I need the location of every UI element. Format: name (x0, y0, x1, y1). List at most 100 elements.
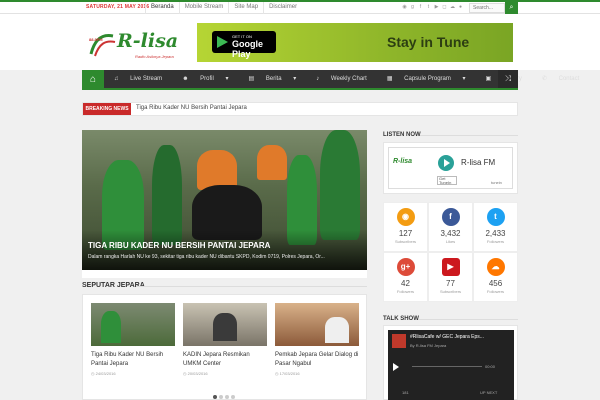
counter-value: 2,433 (485, 229, 506, 238)
googleplus-icon[interactable]: g (410, 4, 415, 10)
play-icon[interactable] (393, 363, 399, 371)
soundcloud-icon[interactable]: ☁ (450, 4, 455, 10)
article-title[interactable]: Pemkab Jepara Gelar Dialog di Pasar Ngab… (275, 351, 359, 369)
pager-dot[interactable] (219, 395, 223, 399)
nav-item-profil[interactable]: ☻ Profil ▾ (172, 70, 238, 88)
tunein-logo: R-lisa (393, 158, 413, 165)
counter-googleplus[interactable]: g+ 42 Followers (383, 252, 428, 302)
search-button[interactable]: ⌕ (505, 2, 518, 14)
track-time: 00:00 (485, 364, 496, 369)
seputar-jepara-box: Tiga Ribu Kader NU Bersih Pantai Jepara … (82, 294, 367, 400)
pager-dot[interactable] (213, 395, 217, 399)
home-icon: ⌂ (89, 74, 97, 85)
random-article-button[interactable]: ⤨ (498, 70, 518, 88)
soundcloud-player[interactable]: #RlisaCafe w/ GEC Jepara Eps... By R-lis… (388, 330, 514, 400)
counter-twitter[interactable]: t 2,433 Followers (473, 202, 518, 252)
article-thumbnail[interactable] (91, 303, 175, 346)
instagram-icon[interactable]: ◻ (442, 4, 447, 10)
pager-dot[interactable] (231, 395, 235, 399)
chevron-down-icon: ▾ (223, 76, 229, 82)
article-card[interactable]: KADIN Jepara Resmikan UMKM Center ◷ 20/0… (183, 303, 267, 376)
music-icon: ♪ (316, 76, 321, 82)
counter-value: 456 (488, 279, 503, 288)
headphones-icon: ♫ (114, 76, 121, 82)
track-artist[interactable]: By R-lisa FM Jepara (410, 343, 446, 348)
counter-value: 127 (398, 229, 413, 238)
up-next-label[interactable]: UP NEXT (480, 390, 497, 395)
counter-label: Likes (445, 239, 456, 244)
slider-title[interactable]: TIGA RIBU KADER NU BERSIH PANTAI JEPARA (88, 241, 270, 250)
counter-rss[interactable]: ◉ 127 Subscribers (383, 202, 428, 252)
track-artwork (392, 334, 406, 348)
facebook-icon[interactable]: f (418, 4, 423, 10)
get-tunein-button[interactable]: Get TuneIn (437, 176, 457, 185)
shuffle-icon: ⤨ (504, 74, 512, 83)
breaking-news-link[interactable]: Tiga Ribu Kader NU Bersih Pantai Jepara (136, 105, 247, 111)
breaking-news-label: BREAKING NEWS (83, 103, 131, 115)
article-title[interactable]: Tiga Ribu Kader NU Bersih Pantai Jepara (91, 351, 175, 369)
soundcloud-icon: ☁ (486, 258, 505, 276)
nav-item-capsule-program[interactable]: ▦ Capsule Program ▾ (377, 70, 476, 88)
social-counters: ◉ 127 Subscribers f 3,432 Likes t 2,433 … (383, 202, 518, 302)
youtube-icon[interactable]: ▶ (434, 4, 439, 10)
article-date: ◷ 24/03/2016 (91, 371, 116, 376)
home-button[interactable]: ⌂ (82, 70, 104, 90)
phone-icon: ✆ (541, 76, 549, 82)
banner-tagline: Stay in Tune (387, 34, 470, 50)
photo-figure (257, 145, 287, 180)
top-nav: Beranda Mobile Stream Site Map Disclaime… (145, 2, 302, 14)
logo-frequency: 88.8FM (89, 37, 103, 42)
google-play-icon (217, 36, 228, 48)
photo-figure (320, 130, 360, 240)
counter-label: Followers (396, 289, 415, 294)
tunein-widget[interactable]: R-lisa R-lisa FM Get TuneIn tunein (388, 147, 513, 189)
article-thumbnail[interactable] (183, 303, 267, 346)
google-play-badge[interactable]: GET IT ON Google Play (212, 31, 276, 59)
calendar-icon: ▦ (386, 76, 395, 82)
tunein-station-name[interactable]: R-lisa FM (461, 158, 495, 167)
sidebar-title-listen: LISTEN NOW (383, 132, 421, 138)
social-links: ◉ g f t ▶ ◻ ☁ ● (402, 4, 463, 10)
nav-item-contact[interactable]: ✆ Contact (532, 70, 589, 88)
photo-figure (197, 150, 237, 190)
track-title[interactable]: #RlisaCafe w/ GEC Jepara Eps... (410, 334, 484, 340)
top-nav-beranda[interactable]: Beranda (145, 2, 179, 14)
pager-dot[interactable] (225, 395, 229, 399)
ad-banner[interactable]: GET IT ON Google Play Stay in Tune (197, 23, 513, 62)
logo-mark-icon (89, 34, 116, 57)
nav-item-live-stream[interactable]: ♫ Live Stream (104, 70, 172, 88)
rss-icon: ◉ (396, 208, 415, 226)
counter-value: 42 (401, 279, 410, 288)
article-title[interactable]: KADIN Jepara Resmikan UMKM Center (183, 351, 267, 369)
counter-soundcloud[interactable]: ☁ 456 Followers (473, 252, 518, 302)
slider-excerpt: Dalam rangka Harlah NU ke 93, sekitar ti… (88, 254, 325, 260)
twitter-icon[interactable]: t (426, 4, 431, 10)
counter-youtube[interactable]: ▶ 77 Subscribers (428, 252, 473, 302)
nav-item-berita[interactable]: ▤ Berita ▾ (239, 70, 307, 88)
section-title-seputar[interactable]: SEPUTAR JEPARA (82, 282, 145, 289)
article-thumbnail[interactable] (275, 303, 359, 346)
logo-text: R-lisa (117, 30, 179, 52)
site-logo[interactable]: 88.8FM R-lisa Radio Asiknya Jepara (87, 30, 197, 60)
sidebar-title-talk: TALK SHOW (383, 316, 419, 322)
user-icon: ☻ (182, 76, 191, 82)
featured-slider[interactable]: TIGA RIBU KADER NU BERSIH PANTAI JEPARA … (82, 130, 367, 270)
carousel-pager (213, 395, 235, 399)
nav-item-weekly-chart[interactable]: ♪ Weekly Chart (306, 70, 377, 88)
play-icon[interactable] (438, 155, 454, 171)
nav-label: Capsule Program (404, 76, 451, 82)
article-card[interactable]: Pemkab Jepara Gelar Dialog di Pasar Ngab… (275, 303, 359, 376)
top-nav-mobile-stream[interactable]: Mobile Stream (178, 2, 229, 14)
article-date: ◷ 17/03/2016 (275, 371, 300, 376)
top-nav-site-map[interactable]: Site Map (228, 2, 263, 14)
slider-footer (82, 270, 367, 278)
top-nav-disclaimer[interactable]: Disclaimer (263, 2, 302, 14)
flickr-icon[interactable]: ● (458, 4, 463, 10)
rss-icon[interactable]: ◉ (402, 4, 407, 10)
track-progress[interactable] (412, 366, 482, 367)
slider-caption-gradient (82, 230, 367, 270)
search-input[interactable] (469, 3, 505, 13)
article-card[interactable]: Tiga Ribu Kader NU Bersih Pantai Jepara … (91, 303, 175, 376)
counter-value: 3,432 (440, 229, 461, 238)
counter-facebook[interactable]: f 3,432 Likes (428, 202, 473, 252)
